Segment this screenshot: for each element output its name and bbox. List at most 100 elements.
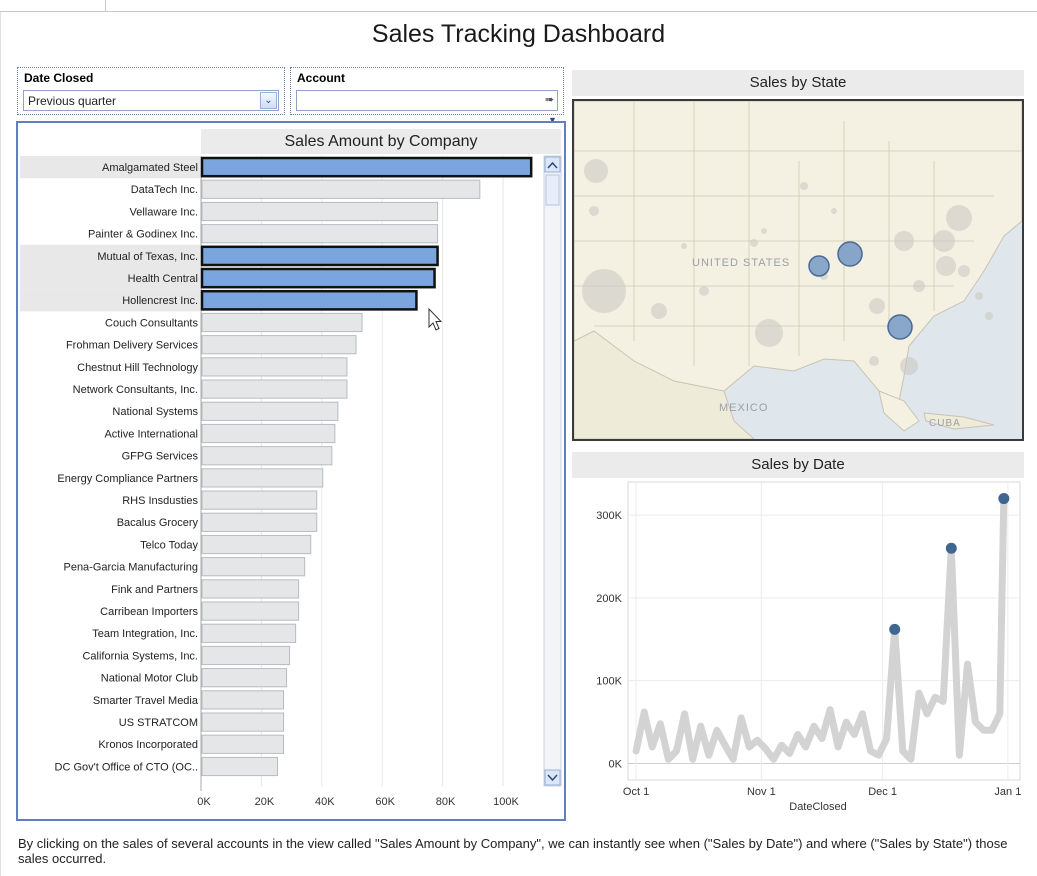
- company-label[interactable]: DC Gov't Office of CTO (OC..: [55, 761, 199, 773]
- company-label[interactable]: Smarter Travel Media: [93, 695, 199, 707]
- company-label[interactable]: National Motor Club: [101, 673, 198, 685]
- company-label[interactable]: Bacalus Grocery: [117, 517, 199, 529]
- company-label[interactable]: Couch Consultants: [105, 317, 198, 329]
- company-label[interactable]: Fink and Partners: [111, 584, 198, 596]
- line-x-tick: Nov 1: [747, 786, 776, 798]
- company-label[interactable]: National Systems: [112, 406, 198, 418]
- company-bar[interactable]: [201, 623, 297, 643]
- company-label[interactable]: Hollencrest Inc.: [122, 295, 198, 307]
- state-sales-marker[interactable]: [933, 230, 955, 252]
- company-label[interactable]: California Systems, Inc.: [82, 650, 198, 662]
- scroll-up-button[interactable]: [544, 156, 561, 173]
- company-bar[interactable]: [201, 179, 481, 199]
- state-sales-marker[interactable]: [750, 239, 758, 247]
- line-y-tick: 0K: [609, 758, 623, 770]
- company-bar[interactable]: [201, 468, 324, 488]
- company-bar[interactable]: [201, 401, 339, 421]
- company-label[interactable]: Frohman Delivery Services: [66, 340, 199, 352]
- company-bar[interactable]: [201, 335, 357, 355]
- company-bar-selected[interactable]: [200, 267, 436, 289]
- company-bar[interactable]: [201, 690, 285, 710]
- company-label[interactable]: Energy Compliance Partners: [57, 473, 198, 485]
- date-closed-select[interactable]: Previous quarter ⌄: [23, 90, 279, 111]
- selected-sale-point[interactable]: [889, 623, 901, 635]
- line-y-tick: 200K: [596, 593, 622, 605]
- state-sales-marker[interactable]: [755, 319, 783, 347]
- company-bar-selected[interactable]: [200, 289, 418, 311]
- company-bar[interactable]: [201, 357, 348, 377]
- selected-sale-point[interactable]: [945, 542, 957, 554]
- state-sales-marker[interactable]: [985, 312, 993, 320]
- company-label[interactable]: Mutual of Texas, Inc.: [97, 251, 198, 263]
- vertical-scrollbar[interactable]: [543, 155, 562, 787]
- company-label[interactable]: GFPG Services: [122, 451, 199, 463]
- company-label[interactable]: Chestnut Hill Technology: [77, 362, 198, 374]
- arrow-right-icon[interactable]: ➠: [545, 93, 554, 106]
- selected-sale-point[interactable]: [998, 493, 1010, 505]
- state-sales-marker[interactable]: [869, 298, 885, 314]
- account-input[interactable]: ➠: [296, 90, 558, 111]
- company-label[interactable]: Kronos Incorporated: [98, 739, 198, 751]
- chevron-down-icon[interactable]: ⌄: [260, 92, 277, 109]
- company-bar-selected[interactable]: [200, 156, 533, 178]
- state-sales-marker-selected[interactable]: [887, 314, 913, 340]
- company-label[interactable]: Painter & Godinex Inc.: [88, 229, 198, 241]
- company-bar[interactable]: [201, 601, 300, 621]
- company-label[interactable]: Health Central: [128, 273, 198, 285]
- state-sales-marker[interactable]: [958, 265, 970, 277]
- state-sales-marker[interactable]: [582, 269, 626, 313]
- state-sales-marker[interactable]: [975, 292, 983, 300]
- company-bar[interactable]: [201, 756, 278, 777]
- company-label[interactable]: Active International: [104, 428, 198, 440]
- state-sales-marker-selected[interactable]: [837, 241, 863, 267]
- state-sales-marker[interactable]: [831, 208, 837, 214]
- state-sales-marker[interactable]: [936, 256, 956, 276]
- state-sales-marker[interactable]: [761, 228, 767, 234]
- state-sales-marker[interactable]: [894, 231, 914, 251]
- map-title: Sales by State: [572, 70, 1024, 96]
- state-sales-marker[interactable]: [699, 286, 709, 296]
- state-sales-marker[interactable]: [913, 280, 925, 292]
- company-bar[interactable]: [201, 734, 285, 754]
- company-bar[interactable]: [201, 645, 291, 666]
- company-label[interactable]: Pena-Garcia Manufacturing: [63, 562, 198, 574]
- company-bar[interactable]: [201, 712, 285, 732]
- company-label[interactable]: Vellaware Inc.: [130, 206, 198, 218]
- company-bar[interactable]: [201, 534, 312, 555]
- company-bar[interactable]: [201, 224, 439, 244]
- company-bar-selected[interactable]: [200, 245, 439, 267]
- company-bar[interactable]: [201, 579, 300, 599]
- company-label[interactable]: Team Integration, Inc.: [92, 628, 198, 640]
- scroll-thumb[interactable]: [545, 174, 560, 206]
- line-chart-title: Sales by Date: [572, 452, 1024, 478]
- company-bar[interactable]: [201, 423, 336, 444]
- company-bar[interactable]: [201, 668, 288, 688]
- state-sales-marker[interactable]: [900, 357, 918, 375]
- state-sales-marker[interactable]: [584, 159, 608, 183]
- company-bar[interactable]: [201, 512, 318, 532]
- company-label[interactable]: US STRATCOM: [119, 717, 198, 729]
- state-sales-marker[interactable]: [589, 206, 599, 216]
- company-label[interactable]: Carribean Importers: [100, 606, 198, 618]
- state-sales-marker[interactable]: [869, 356, 879, 366]
- company-bar[interactable]: [201, 201, 439, 222]
- company-bar[interactable]: [201, 490, 318, 510]
- company-bar[interactable]: [201, 557, 306, 577]
- company-label[interactable]: Amalgamated Steel: [102, 162, 198, 174]
- company-label[interactable]: RHS Insdusties: [122, 495, 198, 507]
- company-label[interactable]: Network Consultants, Inc.: [73, 384, 198, 396]
- state-sales-marker[interactable]: [800, 182, 808, 190]
- state-sales-marker[interactable]: [946, 205, 972, 231]
- company-bar[interactable]: [201, 446, 333, 466]
- company-bar[interactable]: [201, 312, 363, 333]
- state-sales-marker[interactable]: [681, 243, 687, 249]
- dashboard-title: Sales Tracking Dashboard: [371, 20, 666, 48]
- state-sales-marker-selected[interactable]: [808, 255, 830, 277]
- company-label[interactable]: DataTech Inc.: [131, 184, 198, 196]
- scroll-down-button[interactable]: [544, 769, 561, 786]
- company-bar[interactable]: [201, 379, 348, 399]
- state-sales-marker[interactable]: [651, 303, 667, 319]
- window-tab[interactable]: [0, 0, 106, 12]
- company-label[interactable]: Telco Today: [140, 539, 198, 551]
- sales-by-state-map[interactable]: UNITED STATES MEXICO CUBA: [572, 99, 1024, 441]
